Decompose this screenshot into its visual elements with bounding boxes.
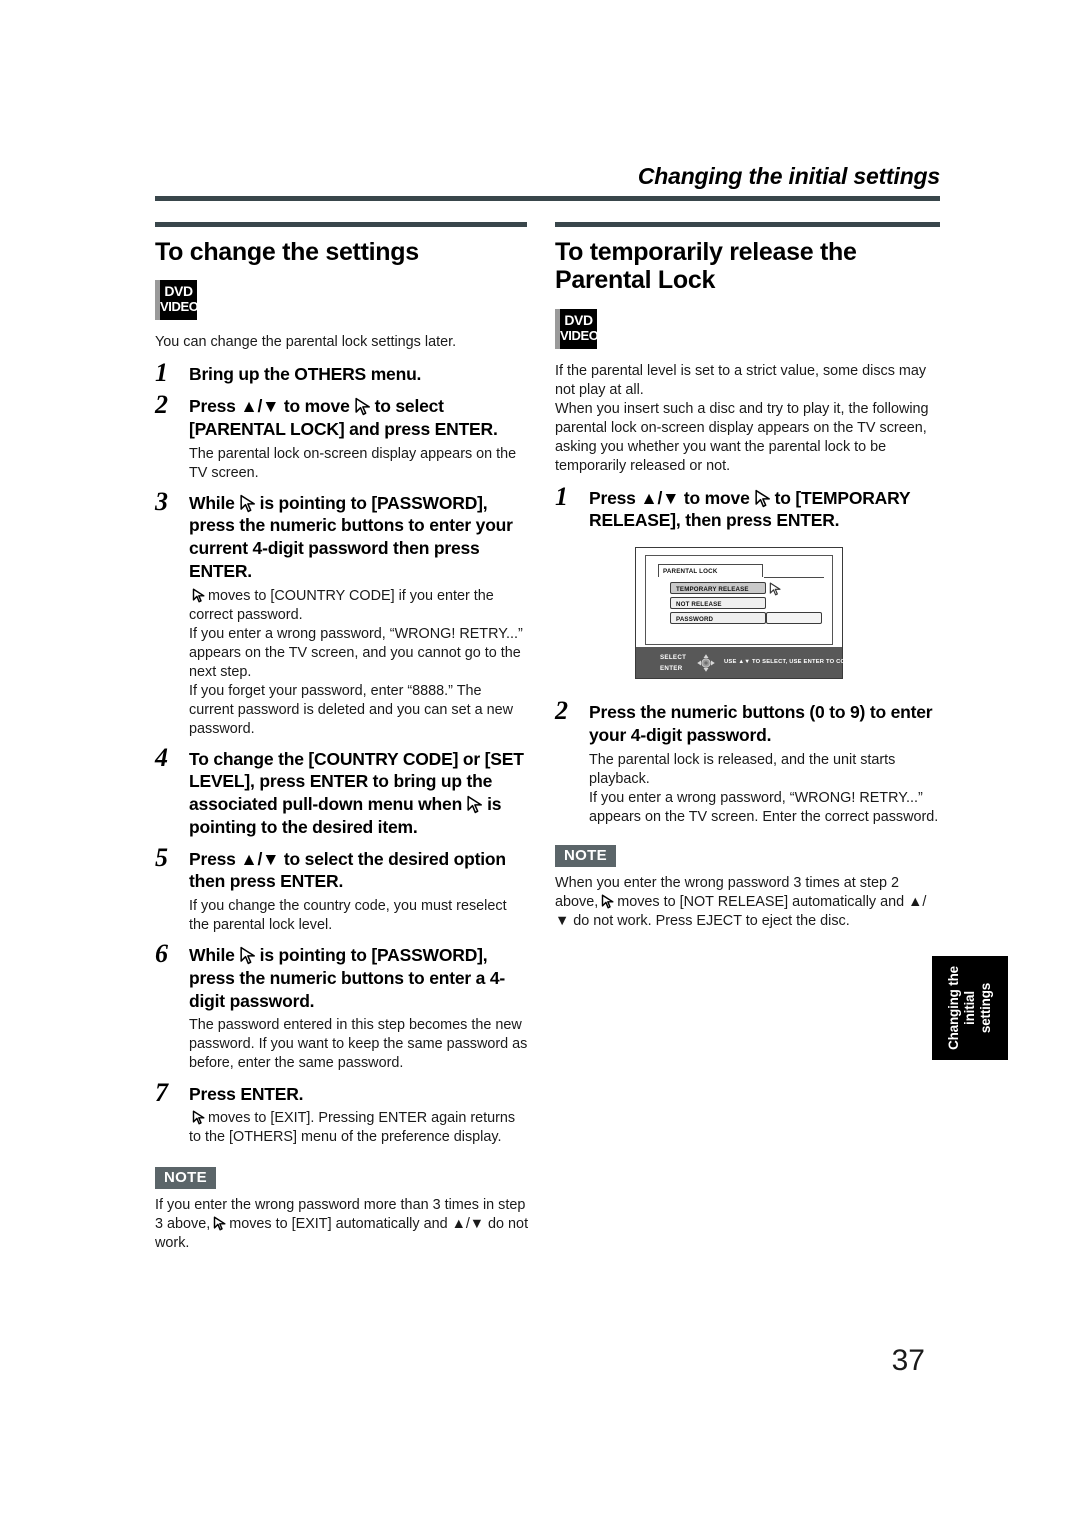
osd-row-temporary-release-label: TEMPORARY RELEASE: [676, 586, 749, 594]
release-step-2-number: 2: [555, 696, 568, 726]
osd-row-password[interactable]: PASSWORD: [670, 612, 766, 625]
step-6: 6 While is pointing to [PASSWORD], press …: [155, 939, 530, 1073]
osd-cursor-icon: [353, 397, 372, 416]
step-1-text: Bring up the OTHERS menu.: [189, 364, 422, 385]
step-2-number: 2: [155, 390, 168, 420]
step-6-text-b: is pointing to [PASSWORD], press the num…: [189, 945, 506, 1011]
left-section-rule: [155, 222, 527, 227]
step-7-number: 7: [155, 1077, 168, 1107]
right-intro-text: If the parental level is set to a strict…: [555, 362, 929, 474]
osd-cursor-icon: [600, 894, 615, 909]
dvd-video-badge: DVD VIDEO: [555, 308, 599, 349]
osd-row-password-label: PASSWORD: [676, 616, 714, 624]
running-head: Changing the initial settings: [637, 163, 940, 189]
release-step-2: 2 Press the numeric buttons (0 to 9) to …: [555, 696, 940, 827]
release-step-1-number: 1: [555, 481, 568, 511]
osd-password-field[interactable]: [766, 612, 822, 625]
running-head-rule: [155, 196, 940, 201]
step-3-subtext-1-text: moves to [COUNTRY CODE] if you enter the…: [189, 587, 494, 623]
osd-status-bar: SELECT ENTER USE ▲▼ TO SELECT, USE ENTER…: [636, 647, 864, 679]
release-step-2-subtext-2: If you enter a wrong password, “WRONG! R…: [589, 789, 939, 825]
osd-row-not-release[interactable]: NOT RELEASE: [670, 597, 766, 610]
dpad-icon: [696, 653, 716, 673]
osd-cursor-icon: [238, 494, 257, 513]
dvd-badge-line2: VIDEO: [560, 327, 599, 343]
step-3-subtext-2: If you enter a wrong password, “WRONG! R…: [189, 625, 523, 680]
osd-cursor-icon: [238, 946, 257, 965]
osd-bar-enter-label: ENTER: [660, 665, 683, 673]
side-thumb-tab: Changing the initial settings: [932, 956, 1008, 1060]
osd-cursor-icon: [465, 795, 484, 814]
release-step-1: 1 Press ▲/▼ to move to [TEMPORARY RELEASE…: [555, 481, 940, 533]
osd-tab-corner: [759, 564, 775, 579]
left-note-text-b: moves to [EXIT] automatically and ▲/▼ do…: [155, 1216, 529, 1252]
dvd-badge-line1: DVD: [164, 283, 193, 300]
osd-panel: PARENTAL LOCK TEMPORARY RELEASE NOT RELE…: [645, 555, 833, 646]
osd-bar-hint: USE ▲▼ TO SELECT, USE ENTER TO CONFIRM: [724, 659, 865, 666]
step-7-text: Press ENTER.: [189, 1083, 304, 1104]
step-6-subtext: The password entered in this step become…: [189, 1017, 528, 1072]
tv-screen-figure: PARENTAL LOCK TEMPORARY RELEASE NOT RELE…: [635, 547, 864, 680]
step-1: 1 Bring up the OTHERS menu.: [155, 358, 530, 388]
note-badge-left: NOTE: [155, 1167, 216, 1190]
osd-title-tab-label: PARENTAL LOCK: [663, 568, 718, 576]
step-3-subtext-3: If you forget your password, enter “8888…: [189, 682, 513, 737]
left-column: To change the settings DVD VIDEO You can…: [155, 222, 530, 1264]
step-6-number: 6: [155, 939, 168, 969]
step-2-text-a: Press ▲/▼ to move: [189, 396, 350, 417]
osd-cursor-icon: [212, 1216, 227, 1231]
release-step-1-text-a: Press ▲/▼ to move: [589, 487, 750, 508]
step-2: 2 Press ▲/▼ to move to select [PARENTAL L…: [155, 390, 530, 483]
step-7-subtext: moves to [EXIT]. Pressing ENTER again re…: [189, 1109, 530, 1147]
right-section-title: To temporarily release the Parental Lock: [555, 238, 857, 295]
step-3: 3 While is pointing to [PASSWORD], press …: [155, 486, 530, 583]
note-badge-right: NOTE: [555, 844, 616, 867]
osd-row-not-release-label: NOT RELEASE: [676, 601, 722, 609]
side-tab-line2: initial: [962, 991, 978, 1025]
release-step-2-subtext-1: The parental lock is released, and the u…: [589, 751, 896, 787]
step-3-number: 3: [155, 486, 168, 516]
right-note-text: When you enter the wrong password 3 time…: [555, 874, 940, 931]
step-6-text-a: While: [189, 945, 235, 966]
left-section-title: To change the settings: [155, 238, 419, 266]
step-7-subtext-text: moves to [EXIT]. Pressing ENTER again re…: [189, 1110, 516, 1146]
release-step-2-text: Press the numeric buttons (0 to 9) to en…: [589, 702, 933, 745]
step-3-subtext-block: moves to [COUNTRY CODE] if you enter the…: [155, 587, 530, 739]
osd-cursor-icon: [753, 489, 772, 508]
osd-row-temporary-release[interactable]: TEMPORARY RELEASE: [670, 582, 766, 595]
step-5-text: Press ▲/▼ to select the desired option t…: [189, 848, 506, 892]
step-4: 4 To change the [COUNTRY CODE] or [SET L…: [155, 742, 530, 839]
step-1-number: 1: [155, 358, 168, 388]
step-4-number: 4: [155, 742, 168, 772]
page-number: 37: [891, 1344, 925, 1377]
step-7: 7 Press ENTER.: [155, 1077, 530, 1107]
step-2-subtext: The parental lock on-screen display appe…: [189, 445, 517, 481]
osd-cursor-icon: [191, 588, 206, 603]
step-5-subtext: If you change the country code, you must…: [189, 898, 507, 934]
osd-cursor-icon: [191, 1110, 206, 1125]
side-thumb-tab-text: Changing the initial settings: [946, 966, 994, 1050]
step-5: 5 Press ▲/▼ to select the desired option…: [155, 842, 530, 936]
dvd-badge-line2: VIDEO: [160, 299, 199, 315]
step-3-subtext-1: moves to [COUNTRY CODE] if you enter the…: [189, 587, 530, 625]
side-tab-line3: settings: [977, 982, 993, 1034]
osd-cursor-icon: [768, 582, 782, 596]
right-section-rule: [555, 222, 940, 227]
right-column: To temporarily release the Parental Lock…: [555, 222, 940, 942]
step-7-subtext-block: moves to [EXIT]. Pressing ENTER again re…: [155, 1109, 530, 1147]
side-tab-line1: Changing the: [946, 966, 962, 1050]
step-3-text-a: While: [189, 492, 235, 513]
osd-bar-select-label: SELECT: [660, 654, 687, 662]
step-5-number: 5: [155, 842, 168, 872]
left-note-text: If you enter the wrong password more tha…: [155, 1196, 530, 1253]
osd-title-tab: PARENTAL LOCK: [658, 564, 824, 579]
manual-page: Changing the initial settings To change …: [0, 0, 1080, 1528]
left-intro-text: You can change the parental lock setting…: [155, 334, 457, 351]
dvd-badge-line1: DVD: [564, 311, 593, 328]
dvd-video-badge: DVD VIDEO: [155, 280, 199, 321]
